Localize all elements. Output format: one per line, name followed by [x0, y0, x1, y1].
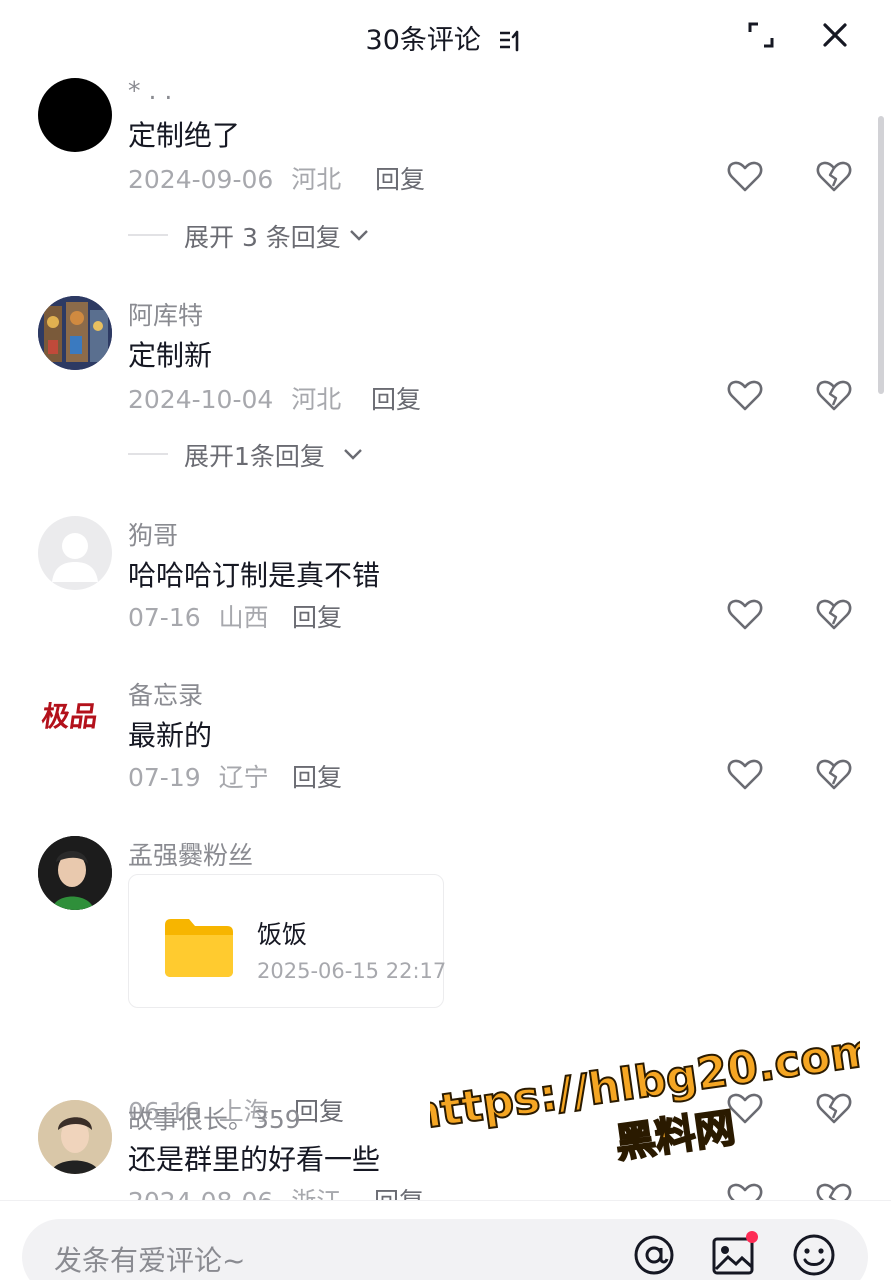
divider [128, 453, 168, 455]
emoji-icon[interactable] [790, 1231, 838, 1279]
comment-meta: 07-16 山西 [128, 598, 269, 634]
comment-date: 2024-10-04 [128, 385, 274, 414]
broken-heart-icon[interactable] [816, 597, 852, 631]
comment-username[interactable]: 故事很长。359 [128, 1100, 301, 1136]
comment-input[interactable]: 发条有爱评论~ [22, 1219, 868, 1280]
expand-replies-button[interactable]: 展开 3 条回复 [128, 218, 388, 252]
divider [128, 234, 168, 236]
heart-icon[interactable] [727, 378, 763, 412]
reply-button[interactable]: 回复 [292, 758, 342, 794]
notification-dot [746, 1231, 758, 1243]
comment-date: 2024-08-06 [128, 1187, 273, 1200]
broken-heart-icon[interactable] [816, 757, 852, 791]
file-date: 2025-06-15 22:17 [257, 959, 447, 983]
scrollbar[interactable] [878, 116, 884, 394]
comment-date: 07-19 [128, 763, 201, 792]
comment-date: 2024-09-06 [128, 165, 274, 194]
comment-date: 07-16 [128, 603, 201, 632]
comment-text: 定制绝了 [128, 119, 241, 152]
watermark-name: 黑料网 [613, 1105, 738, 1167]
fullscreen-icon[interactable] [746, 20, 776, 50]
comment-location: 山西 [218, 603, 269, 632]
default-user-avatar[interactable] [38, 516, 112, 590]
expand-replies-label: 展开1条回复 [184, 442, 325, 471]
close-icon[interactable] [818, 18, 852, 52]
comment-input-bar: 发条有爱评论~ [0, 1200, 891, 1280]
file-attachment-card[interactable]: 饭饭 2025-06-15 22:17 [128, 874, 447, 1008]
reply-button[interactable]: 回复 [371, 380, 421, 416]
chevron-down-icon [344, 449, 362, 460]
heart-icon[interactable] [727, 757, 763, 791]
comment-username[interactable]: 阿库特 [128, 296, 203, 332]
comment-location: 浙江 [291, 1187, 341, 1200]
comment-text: 最新的 [128, 719, 213, 752]
broken-heart-icon[interactable] [816, 159, 852, 193]
comment-text: 还是群里的好看一些 [128, 1143, 381, 1176]
comment-username[interactable]: * . . [128, 76, 172, 105]
comment-username[interactable]: 备忘录 [128, 676, 203, 712]
photo-image [38, 836, 112, 910]
comment-text: 哈哈哈订制是真不错 [128, 559, 381, 592]
watermark-overlay: https://hlbg20.com 黑料网 [430, 1025, 860, 1168]
file-name: 饭饭 [257, 920, 308, 949]
reply-button[interactable]: 回复 [375, 160, 425, 196]
comment-location: 河北 [291, 385, 342, 414]
comment-input-placeholder: 发条有爱评论~ [54, 1244, 246, 1277]
user-silhouette-icon [52, 533, 98, 582]
calligraphy-logo: 极品 [40, 700, 101, 733]
person-photo-avatar[interactable] [38, 1100, 112, 1174]
chevron-down-icon [350, 230, 368, 241]
comment-meta: 2024-08-06 浙江 [128, 1182, 341, 1200]
image-icon[interactable] [710, 1231, 758, 1279]
reply-button[interactable]: 回复 [292, 598, 342, 634]
heart-icon[interactable] [727, 597, 763, 631]
broken-heart-icon[interactable] [816, 378, 852, 412]
heart-icon[interactable] [727, 1181, 763, 1200]
comment-username[interactable]: 孟强爨粉丝 [128, 836, 253, 872]
comment-location: 辽宁 [218, 763, 269, 792]
reply-button[interactable]: 回复 [294, 1092, 344, 1128]
comment-meta: 2024-10-04 河北 [128, 380, 341, 416]
expand-replies-button[interactable]: 展开1条回复 [128, 437, 378, 471]
broken-heart-icon[interactable] [816, 1181, 852, 1200]
comment-meta: 07-19 辽宁 [128, 758, 269, 794]
svg-text:极品: 极品 [40, 700, 101, 733]
comment-text: 定制新 [128, 339, 213, 372]
heart-icon[interactable] [727, 159, 763, 193]
black-avatar[interactable] [38, 78, 112, 152]
photo-image [38, 1100, 112, 1174]
sort-icon[interactable] [497, 28, 525, 56]
shelf-photo-avatar[interactable] [38, 296, 112, 370]
comment-username[interactable]: 狗哥 [128, 516, 178, 552]
photo-image [38, 296, 112, 370]
comment-meta: 2024-09-06 河北 [128, 160, 341, 196]
at-icon[interactable] [630, 1231, 678, 1279]
calligraphy-avatar[interactable]: 极品 [38, 680, 112, 754]
comment-location: 河北 [291, 165, 342, 194]
comments-count-label: 30条评论 [365, 25, 481, 56]
person-photo-avatar[interactable] [38, 836, 112, 910]
reply-button[interactable]: 回复 [374, 1182, 424, 1200]
expand-replies-label: 展开 3 条回复 [184, 223, 341, 252]
comments-header: 30条评论 [0, 0, 891, 72]
folder-icon [165, 919, 233, 977]
